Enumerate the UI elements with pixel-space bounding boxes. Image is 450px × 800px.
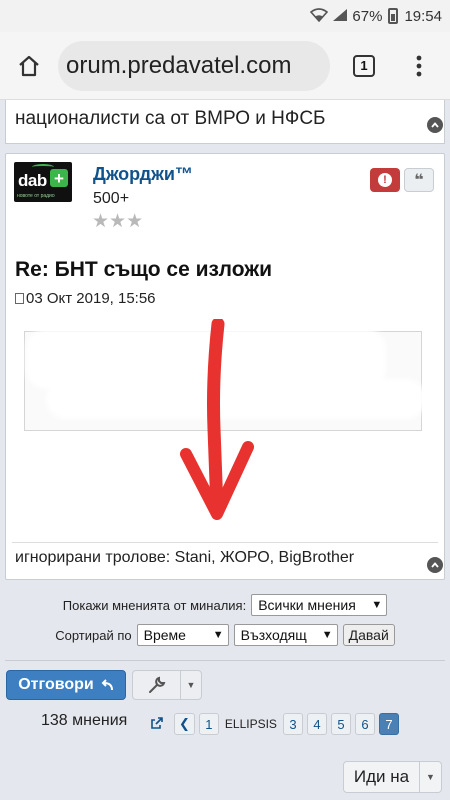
show-posts-value: Всички мнения [258,597,356,613]
caret-down-icon: ▼ [371,599,383,611]
tab-switcher-button[interactable]: 1 [334,32,394,100]
section-divider [5,660,445,661]
sort-direction-value: Възходящ [240,627,307,643]
signal-icon [332,8,348,25]
show-posts-select[interactable]: Всички мнения ▼ [251,594,388,616]
battery-percent: 67% [352,7,383,25]
caret-down-icon[interactable]: ▼ [181,680,201,690]
forum-post: dab + новоте от радио Джорджи™ 500+ ★★★ … [5,153,445,580]
rank-stars-text: ★★★ [92,211,144,232]
previous-page-button[interactable]: ❮ [174,713,195,735]
avatar-logo-text: dab [18,171,47,190]
caret-down-icon: ▼ [212,629,224,641]
reply-label: Отговори [18,676,94,693]
post-signature: игнорирани тролове: Stani, ЖОРО, BigBrot… [15,549,355,566]
previous-post: националисти са от ВМРО и НФСБ [5,100,445,144]
post-link-icon[interactable] [15,293,24,304]
show-posts-label: Покажи мненията от миналия: [62,597,247,613]
post-content [6,319,444,544]
chevron-up-icon [431,562,439,568]
quote-button[interactable]: ❝ [404,168,434,192]
go-button[interactable]: Давай [342,624,395,646]
rank-stars: ★★★ [92,212,143,231]
page-link-1[interactable]: 1 [198,713,219,735]
display-filter-row: Покажи мненията от миналия: Всички мнени… [0,594,450,616]
avatar[interactable]: dab + новоте от радио [14,162,72,202]
caret-down-icon: ▼ [321,629,333,641]
sort-row: Сортирай по Време ▼ Възходящ ▼ Давай [0,624,450,646]
sort-key-select[interactable]: Време ▼ [136,624,229,646]
quote-icon: ❝ [414,172,424,189]
current-page: 7 [378,713,399,735]
plus-icon: + [50,169,68,187]
red-arrow-drawing [180,319,254,520]
caret-down-icon[interactable]: ▼ [420,772,441,782]
sort-by-label: Сортирай по [55,627,132,643]
sort-direction-select[interactable]: Възходящ ▼ [233,624,338,646]
previous-post-text: националисти са от ВМРО и НФСБ [15,108,326,129]
post-date: 03 Окт 2019, 15:56 [15,290,156,307]
page-link-5[interactable]: 5 [330,713,351,735]
reply-button[interactable]: Отговори [6,670,126,700]
wifi-icon [310,7,329,25]
more-vert-icon [416,55,422,76]
report-button[interactable]: ! [370,168,400,192]
browser-menu-button[interactable] [394,32,444,100]
browser-toolbar: orum.predavatel.com 1 [0,32,450,100]
clock: 19:54 [404,7,442,25]
page-link-4[interactable]: 4 [306,713,327,735]
page-ellipsis: ELLIPSIS [224,717,277,731]
jump-to-label: Иди на [344,762,420,792]
page-link-3[interactable]: 3 [282,713,303,735]
back-to-top-button[interactable] [427,557,443,573]
jump-to-button[interactable]: Иди на ▼ [343,761,442,793]
posts-count: 138 мнения [41,712,128,729]
home-button[interactable] [0,32,58,100]
home-icon [19,55,39,76]
topic-tools-main[interactable] [133,671,181,699]
chevron-up-icon [431,122,439,128]
post-author-link[interactable]: Джорджи™ [93,164,193,185]
avatar-logo-subtext: новоте от радио [17,193,55,199]
signature-divider [12,542,438,543]
topic-tools-button[interactable]: ▼ [132,670,202,700]
reply-arrow-icon [101,679,113,691]
post-title[interactable]: Re: БНТ също се изложи [15,258,272,282]
url-text: orum.predavatel.com [66,51,292,79]
exclamation-icon: ! [378,173,392,187]
tab-count: 1 [353,54,375,77]
user-rank: 500+ [93,190,130,207]
page-link-6[interactable]: 6 [354,713,375,735]
wrench-icon [148,676,165,693]
sort-key-value: Време [143,627,186,643]
back-to-top-button[interactable] [427,117,443,133]
post-date-text: 03 Окт 2019, 15:56 [26,290,156,307]
address-bar[interactable]: orum.predavatel.com [58,40,330,91]
external-link-icon[interactable] [150,716,164,735]
battery-icon [388,8,399,24]
pagination: ❮ 1 ELLIPSIS 3 4 5 6 7 [174,713,399,735]
status-bar: 67% 19:54 [0,0,450,32]
